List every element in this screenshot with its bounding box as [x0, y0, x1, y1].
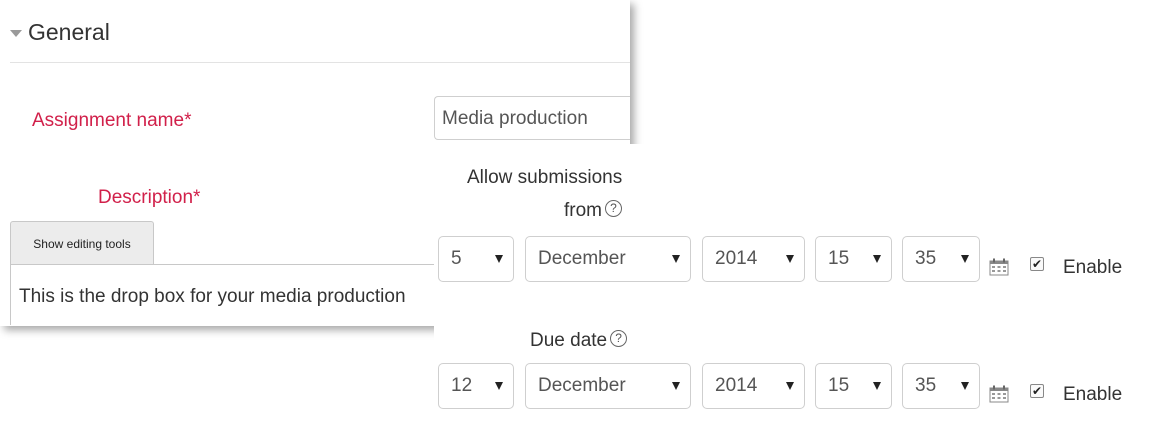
- section-title: General: [28, 18, 110, 45]
- allow-minute-value: 35: [915, 248, 937, 269]
- due-hour-select[interactable]: 15: [815, 363, 892, 409]
- due-day-select[interactable]: 12: [438, 363, 514, 409]
- calendar-icon[interactable]: [989, 385, 1009, 403]
- due-month-value: December: [538, 375, 626, 396]
- show-editing-tools-button[interactable]: Show editing tools: [10, 221, 154, 265]
- dropdown-caret-icon: [786, 382, 794, 390]
- calendar-icon[interactable]: [989, 258, 1009, 276]
- due-year-value: 2014: [715, 375, 758, 396]
- due-year-select[interactable]: 2014: [702, 363, 805, 409]
- dropdown-caret-icon: [672, 255, 680, 263]
- allow-month-select[interactable]: December: [525, 236, 691, 282]
- help-icon[interactable]: ?: [605, 200, 622, 218]
- due-hour-value: 15: [828, 375, 850, 396]
- dropdown-caret-icon: [672, 382, 680, 390]
- due-enable-label: Enable: [1063, 384, 1123, 405]
- allow-enable-label: Enable: [1063, 257, 1123, 278]
- dropdown-caret-icon: [873, 382, 881, 390]
- collapse-triangle-icon[interactable]: [10, 29, 22, 37]
- due-enable-checkbox[interactable]: ✔: [1030, 384, 1044, 398]
- allow-enable-checkbox[interactable]: ✔: [1030, 257, 1044, 271]
- due-minute-select[interactable]: 35: [902, 363, 980, 409]
- description-editor: Show editing tools This is the drop box …: [10, 221, 435, 325]
- description-label: Description*: [98, 187, 201, 208]
- allow-day-value: 5: [451, 248, 462, 269]
- general-header[interactable]: General: [10, 14, 110, 50]
- dropdown-caret-icon: [495, 255, 503, 263]
- allow-from-text: from: [564, 200, 602, 221]
- allow-day-select[interactable]: 5: [438, 236, 514, 282]
- allow-hour-select[interactable]: 15: [815, 236, 892, 282]
- due-date-text: Due date: [530, 330, 608, 351]
- allow-submissions-label: Allow submissions: [467, 167, 623, 188]
- dropdown-caret-icon: [786, 255, 794, 263]
- allow-hour-value: 15: [828, 248, 850, 269]
- allow-submissions-from-label: from?: [564, 200, 622, 222]
- due-date-label: Due date?: [530, 330, 628, 352]
- dropdown-caret-icon: [961, 382, 969, 390]
- dropdown-caret-icon: [495, 382, 503, 390]
- allow-minute-select[interactable]: 35: [902, 236, 980, 282]
- due-month-select[interactable]: December: [525, 363, 691, 409]
- dropdown-caret-icon: [873, 255, 881, 263]
- section-divider: [10, 62, 630, 63]
- dates-panel: Allow submissions from? 5 December 2014 …: [434, 144, 1167, 427]
- assignment-name-input[interactable]: Media production: [434, 96, 630, 140]
- description-textarea[interactable]: This is the drop box for your media prod…: [10, 264, 435, 325]
- help-icon[interactable]: ?: [610, 330, 628, 348]
- due-minute-value: 35: [915, 375, 937, 396]
- due-day-value: 12: [451, 375, 473, 396]
- dropdown-caret-icon: [961, 255, 969, 263]
- allow-year-value: 2014: [715, 248, 758, 269]
- assignment-name-label: Assignment name*: [32, 110, 192, 131]
- allow-month-value: December: [538, 248, 626, 269]
- allow-year-select[interactable]: 2014: [702, 236, 805, 282]
